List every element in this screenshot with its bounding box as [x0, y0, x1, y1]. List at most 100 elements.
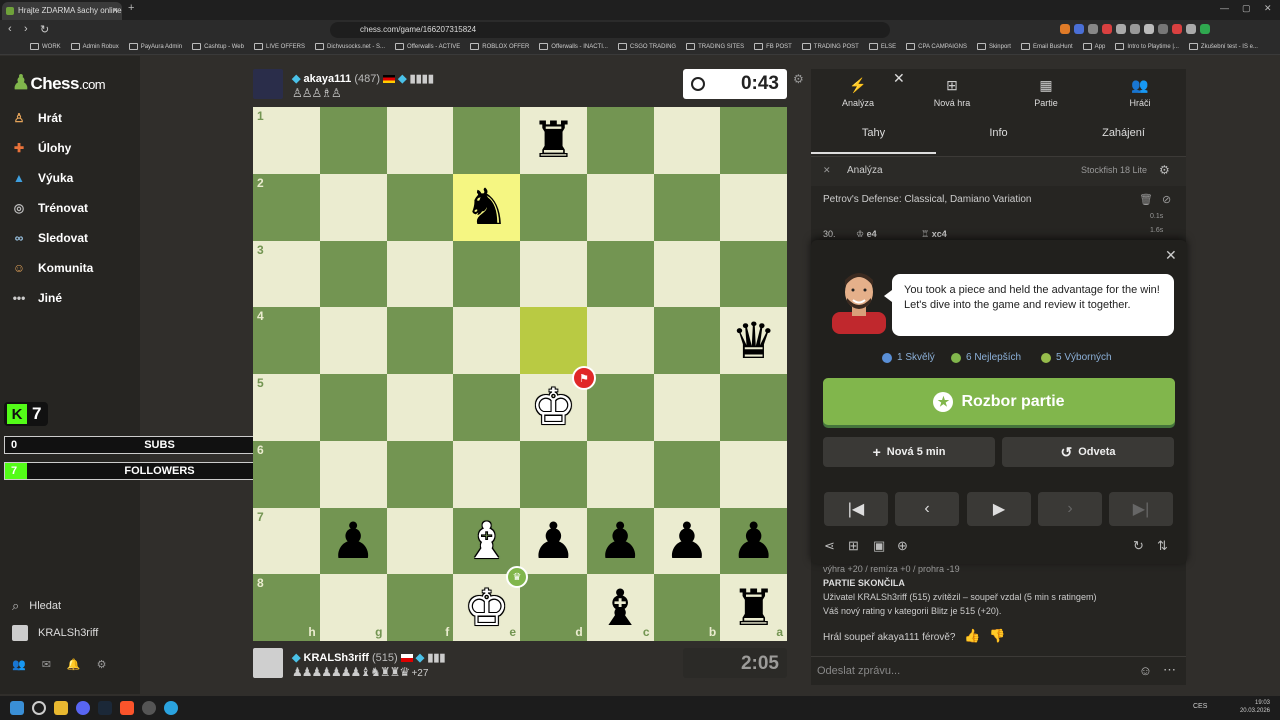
- refresh-icon[interactable]: ↻: [1133, 538, 1144, 554]
- rematch-button[interactable]: ↺ Odveta: [1002, 437, 1174, 467]
- extension-icon[interactable]: [1074, 24, 1084, 34]
- chess-piece[interactable]: ♟: [587, 508, 654, 575]
- board-square[interactable]: [386, 240, 454, 308]
- chess-piece[interactable]: ♟: [520, 508, 587, 575]
- extension-icon[interactable]: [1130, 24, 1140, 34]
- first-move-button[interactable]: |◀: [824, 492, 888, 526]
- steam-icon[interactable]: [98, 701, 112, 715]
- board-square[interactable]: [720, 240, 787, 308]
- panel-tab-0[interactable]: ⚡ Analýza: [811, 69, 905, 117]
- white-move[interactable]: e4: [867, 229, 877, 239]
- sidebar-item-6[interactable]: ••• Jiné: [10, 287, 62, 309]
- board-square[interactable]: 6: [253, 440, 320, 508]
- board-square[interactable]: 3: [253, 240, 320, 308]
- board-square[interactable]: [720, 440, 787, 508]
- bookmark-item[interactable]: WORK: [30, 43, 61, 51]
- board-square[interactable]: [319, 240, 387, 308]
- bookmark-item[interactable]: PayAura Admin: [129, 43, 182, 51]
- bell-icon[interactable]: 🔔: [67, 658, 81, 671]
- board-square[interactable]: [453, 107, 520, 174]
- close-analysis-icon[interactable]: ✕: [823, 165, 831, 176]
- board-square[interactable]: [319, 173, 387, 241]
- board-square[interactable]: [720, 374, 787, 441]
- address-bar[interactable]: chess.com/game/166207315824: [330, 22, 890, 38]
- extension-icon[interactable]: [1088, 24, 1098, 34]
- chess-piece[interactable]: ♜: [520, 107, 587, 174]
- board-square[interactable]: [520, 440, 587, 508]
- maximize-icon[interactable]: ▢: [1242, 3, 1251, 14]
- extension-icon[interactable]: [1158, 24, 1168, 34]
- windows-start-icon[interactable]: [10, 701, 24, 715]
- brave-icon[interactable]: [120, 701, 134, 715]
- board-square[interactable]: [386, 173, 454, 241]
- board-square[interactable]: [386, 440, 454, 508]
- board-square[interactable]: [319, 307, 387, 374]
- board-square[interactable]: [319, 440, 387, 508]
- sidebar-item-0[interactable]: ♙ Hrát: [10, 107, 62, 129]
- trash-icon[interactable]: 🗑: [1139, 193, 1153, 206]
- chess-piece[interactable]: ♝: [453, 508, 520, 575]
- cancel-icon[interactable]: ⊘: [1162, 193, 1171, 206]
- board-square[interactable]: [653, 173, 721, 241]
- bookmark-item[interactable]: Zkušební test - IS e...: [1189, 43, 1258, 51]
- board-square[interactable]: 7: [253, 507, 320, 575]
- board-square[interactable]: [653, 307, 721, 374]
- panel-tab-3[interactable]: 👥 Hráči: [1093, 69, 1187, 117]
- extension-icon[interactable]: [1186, 24, 1196, 34]
- board-square[interactable]: [586, 107, 654, 174]
- panel-tab-1[interactable]: ⊞ Nová hra: [905, 69, 999, 117]
- browser-tab[interactable]: Hrajte ZDARMA šachy online – ... ×: [2, 2, 122, 20]
- bookmark-item[interactable]: CPA CAMPAIGNS: [906, 43, 967, 51]
- forward-icon[interactable]: ›: [24, 23, 28, 35]
- bookmark-item[interactable]: TRADING SITES: [686, 43, 744, 51]
- board-square[interactable]: [520, 173, 587, 241]
- board-square[interactable]: g: [319, 574, 387, 641]
- emoji-icon[interactable]: ☺: [1139, 663, 1152, 678]
- search-icon[interactable]: [32, 701, 46, 715]
- mail-icon[interactable]: ✉: [42, 658, 51, 671]
- bookmark-item[interactable]: Offerwalls - ACTIVE: [395, 43, 460, 51]
- black-move[interactable]: xc4: [932, 229, 947, 239]
- board-square[interactable]: [453, 307, 520, 374]
- chess-piece[interactable]: ♛: [720, 307, 787, 374]
- board-square[interactable]: [319, 374, 387, 441]
- board-square[interactable]: 8h: [253, 574, 320, 641]
- bookmark-item[interactable]: TRADING POST: [802, 43, 859, 51]
- search-item[interactable]: ⌕ Hledat: [12, 598, 61, 614]
- close-popup-icon[interactable]: ✕: [1165, 247, 1177, 264]
- chess-piece[interactable]: ♟: [320, 508, 387, 575]
- chess-piece[interactable]: ♝: [587, 574, 654, 641]
- close-panel-icon[interactable]: ✕: [893, 70, 905, 87]
- chess-piece[interactable]: ♟: [720, 508, 787, 575]
- board-square[interactable]: 1: [253, 107, 320, 174]
- chess-piece[interactable]: ♟: [654, 508, 721, 575]
- more-options-icon[interactable]: ⋯: [1163, 662, 1176, 678]
- extension-icon[interactable]: [1060, 24, 1070, 34]
- board-square[interactable]: [319, 107, 387, 174]
- subtab-0[interactable]: Tahy: [811, 127, 936, 139]
- board-square[interactable]: [653, 107, 721, 174]
- board-square[interactable]: 2: [253, 173, 320, 241]
- bookmark-item[interactable]: Dichvusocks.net - S...: [315, 43, 385, 51]
- minimize-icon[interactable]: —: [1220, 3, 1229, 13]
- bookmark-item[interactable]: LIVE OFFERS: [254, 43, 305, 51]
- board-square[interactable]: 4: [253, 307, 320, 374]
- chess-logo[interactable]: ♟Chess.com: [12, 70, 106, 95]
- subtab-2[interactable]: Zahájení: [1061, 127, 1186, 139]
- file-explorer-icon[interactable]: [54, 701, 68, 715]
- board-square[interactable]: f: [386, 574, 454, 641]
- sidebar-item-2[interactable]: ▲ Výuka: [10, 167, 73, 189]
- language-indicator[interactable]: CES: [1193, 703, 1207, 710]
- board-square[interactable]: [386, 507, 454, 575]
- board-square[interactable]: [586, 173, 654, 241]
- user-item[interactable]: KRALSh3riff: [12, 625, 98, 641]
- share-icon[interactable]: ⋖: [824, 538, 835, 554]
- close-tab-icon[interactable]: ×: [113, 5, 118, 15]
- new-game-button[interactable]: + Nová 5 min: [823, 437, 995, 467]
- board-settings-icon[interactable]: ⚙: [793, 72, 804, 86]
- settings-icon[interactable]: ⚙: [97, 658, 107, 671]
- telegram-icon[interactable]: [164, 701, 178, 715]
- board-square[interactable]: [453, 374, 520, 441]
- bookmark-item[interactable]: FB POST: [754, 43, 792, 51]
- sidebar-item-5[interactable]: ☺ Komunita: [10, 257, 93, 279]
